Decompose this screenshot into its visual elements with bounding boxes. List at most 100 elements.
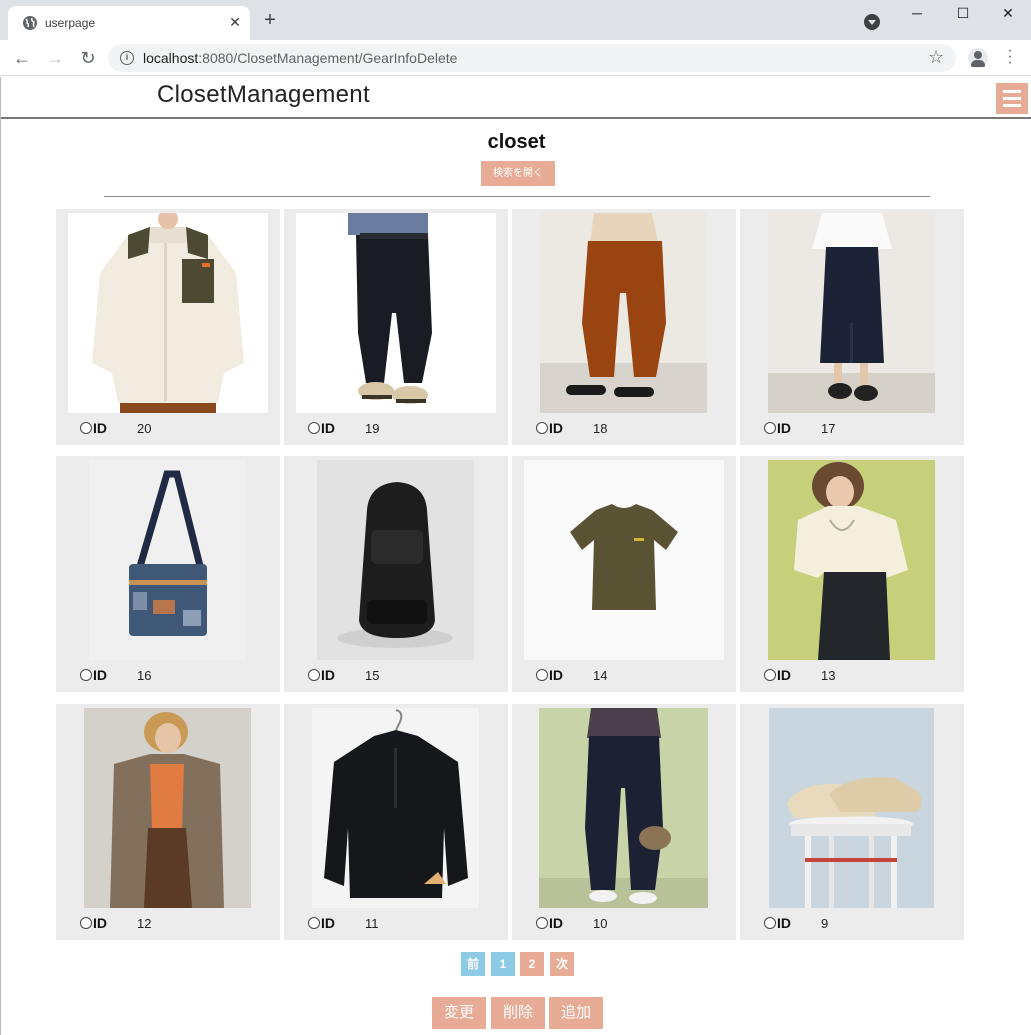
item-id: 13 — [821, 668, 836, 683]
id-label: ID — [93, 915, 107, 931]
globe-icon — [23, 16, 37, 30]
forward-arrow-icon[interactable]: → — [43, 46, 67, 70]
item-radio[interactable] — [764, 669, 776, 681]
page-title: closet — [487, 131, 546, 153]
item-footer: ID 20 — [80, 419, 270, 439]
item-footer: ID 16 — [80, 666, 270, 686]
item-id: 12 — [137, 916, 152, 931]
id-label: ID — [777, 420, 791, 436]
item-photo — [539, 708, 708, 908]
item-radio[interactable] — [764, 917, 776, 929]
item-id: 9 — [821, 916, 829, 931]
item-footer: ID 11 — [308, 914, 498, 934]
browser-toolbar: ← → ↻ i localhost:8080/ClosetManagement/… — [0, 40, 1031, 76]
item-footer: ID 15 — [308, 666, 498, 686]
closet-item-card: ID 9 — [740, 704, 964, 940]
window-close-button[interactable]: ✕ — [985, 0, 1031, 28]
item-id: 20 — [137, 421, 152, 436]
back-arrow-icon[interactable]: ← — [10, 46, 34, 70]
item-footer: ID 19 — [308, 419, 498, 439]
item-radio[interactable] — [308, 422, 320, 434]
closet-item-card: ID 16 — [56, 456, 280, 692]
item-id: 17 — [821, 421, 836, 436]
item-radio[interactable] — [308, 917, 320, 929]
item-photo — [68, 213, 268, 413]
item-id: 16 — [137, 668, 152, 683]
id-label: ID — [777, 667, 791, 683]
item-footer: ID 13 — [764, 666, 954, 686]
item-radio[interactable] — [80, 669, 92, 681]
closet-item-card: ID 14 — [512, 456, 736, 692]
browser-menu-icon[interactable]: · · · — [1002, 43, 1018, 71]
prev-page-button[interactable]: 前 — [461, 952, 485, 976]
browser-tab[interactable]: userpage ✕ — [8, 6, 250, 40]
closet-item-card: ID 20 — [56, 209, 280, 445]
page-2-button[interactable]: 2 — [520, 952, 544, 976]
closet-item-card: ID 18 — [512, 209, 736, 445]
item-radio[interactable] — [536, 917, 548, 929]
item-radio[interactable] — [764, 422, 776, 434]
item-radio[interactable] — [80, 917, 92, 929]
closet-item-card: ID 10 — [512, 704, 736, 940]
maximize-button[interactable]: ☐ — [940, 0, 986, 28]
tab-search-icon[interactable] — [864, 14, 880, 30]
item-id: 15 — [365, 668, 380, 683]
minimize-button[interactable]: ─ — [894, 0, 940, 28]
closet-item-card: ID 15 — [284, 456, 508, 692]
item-footer: ID 10 — [536, 914, 726, 934]
bookmark-star-icon[interactable]: ☆ — [928, 47, 944, 68]
delete-button[interactable]: 削除 — [491, 997, 545, 1029]
item-id: 10 — [593, 916, 608, 931]
id-label: ID — [321, 420, 335, 436]
id-label: ID — [549, 667, 563, 683]
item-photo — [768, 213, 935, 413]
item-photo — [84, 708, 251, 908]
item-id: 11 — [365, 916, 379, 931]
item-photo — [89, 460, 246, 660]
account-icon[interactable] — [968, 48, 988, 68]
add-button[interactable]: 追加 — [549, 997, 603, 1029]
id-label: ID — [321, 915, 335, 931]
browser-tabstrip: userpage ✕ + ─ ☐ ✕ — [0, 0, 1031, 40]
site-info-icon[interactable]: i — [120, 51, 134, 65]
edit-button[interactable]: 変更 — [432, 997, 486, 1029]
url-text[interactable]: localhost:8080/ClosetManagement/GearInfo… — [143, 50, 457, 66]
item-photo — [768, 460, 935, 660]
site-title[interactable]: ClosetManagement — [157, 81, 370, 109]
id-label: ID — [777, 915, 791, 931]
id-label: ID — [93, 420, 107, 436]
item-photo — [312, 708, 479, 908]
item-radio[interactable] — [536, 669, 548, 681]
closet-item-card: ID 19 — [284, 209, 508, 445]
item-footer: ID 14 — [536, 666, 726, 686]
item-footer: ID 17 — [764, 419, 954, 439]
new-tab-button[interactable]: + — [260, 10, 280, 31]
closet-item-card: ID 12 — [56, 704, 280, 940]
item-photo — [540, 213, 707, 413]
id-label: ID — [549, 420, 563, 436]
tab-title: userpage — [45, 16, 96, 30]
open-search-button[interactable]: 検索を開く — [481, 161, 555, 186]
page-1-button[interactable]: 1 — [491, 952, 515, 976]
hamburger-menu-icon[interactable] — [996, 83, 1028, 114]
item-id: 14 — [593, 668, 608, 683]
item-footer: ID 18 — [536, 419, 726, 439]
id-label: ID — [549, 915, 563, 931]
item-radio[interactable] — [80, 422, 92, 434]
closet-item-card: ID 17 — [740, 209, 964, 445]
address-bar[interactable]: i localhost:8080/ClosetManagement/GearIn… — [108, 44, 956, 72]
item-radio[interactable] — [536, 422, 548, 434]
next-page-button[interactable]: 次 — [550, 952, 574, 976]
item-photo — [769, 708, 934, 908]
site-header: ClosetManagement — [1, 77, 1031, 119]
item-id: 18 — [593, 421, 608, 436]
closet-item-card: ID 13 — [740, 456, 964, 692]
closet-item-card: ID 11 — [284, 704, 508, 940]
item-photo — [524, 460, 724, 660]
item-radio[interactable] — [308, 669, 320, 681]
item-photo — [296, 213, 496, 413]
tab-close-icon[interactable]: ✕ — [226, 13, 244, 31]
divider — [104, 196, 930, 197]
reload-icon[interactable]: ↻ — [76, 46, 100, 70]
item-footer: ID 9 — [764, 914, 954, 934]
